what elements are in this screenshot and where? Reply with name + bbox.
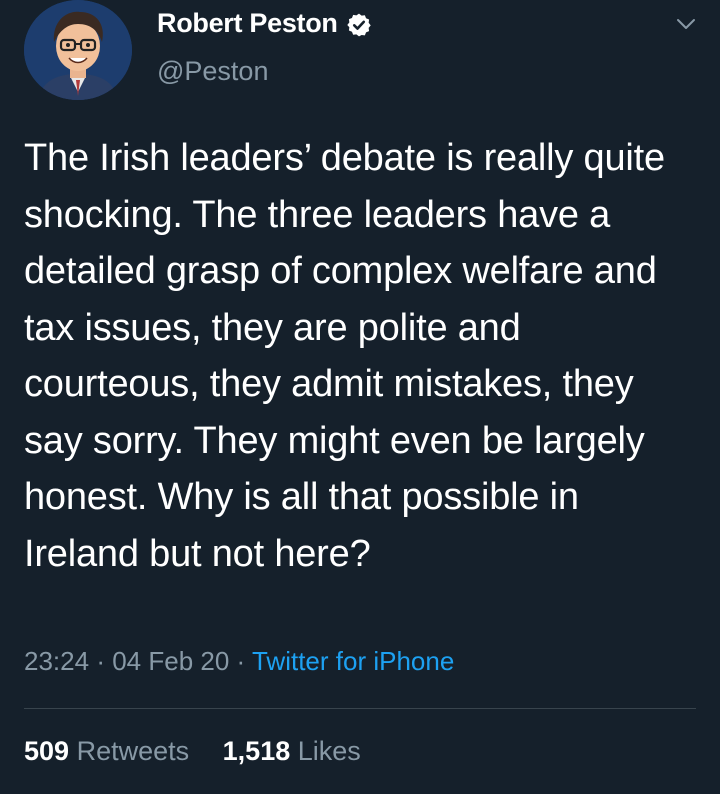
author-name-row[interactable]: Robert Peston bbox=[157, 8, 372, 39]
author-display-name[interactable]: Robert Peston bbox=[157, 8, 338, 39]
cartoon-portrait-avatar bbox=[24, 0, 132, 100]
tweet-metadata: 23:24 · 04 Feb 20 · Twitter for iPhone bbox=[24, 646, 454, 677]
tweet-card: Robert Peston @Peston The Irish leaders’… bbox=[0, 0, 720, 794]
verified-badge-icon bbox=[346, 12, 372, 38]
tweet-date[interactable]: 04 Feb 20 bbox=[112, 646, 229, 676]
engagement-stats: 509 Retweets 1,518 Likes bbox=[24, 736, 361, 767]
meta-separator: · bbox=[236, 646, 246, 676]
likes-stat[interactable]: 1,518 Likes bbox=[223, 736, 361, 767]
author-handle[interactable]: @Peston bbox=[157, 56, 268, 87]
retweets-count: 509 bbox=[24, 736, 70, 766]
likes-label: Likes bbox=[297, 736, 361, 766]
tweet-source-link[interactable]: Twitter for iPhone bbox=[252, 646, 454, 676]
retweets-label: Retweets bbox=[76, 736, 190, 766]
author-avatar[interactable] bbox=[24, 0, 132, 100]
tweet-time[interactable]: 23:24 bbox=[24, 646, 89, 676]
divider bbox=[24, 708, 696, 709]
likes-count: 1,518 bbox=[222, 736, 291, 766]
chevron-down-icon[interactable] bbox=[674, 12, 698, 36]
retweets-stat[interactable]: 509 Retweets bbox=[24, 736, 189, 767]
meta-separator: · bbox=[96, 646, 105, 676]
tweet-text: The Irish leaders’ debate is really quit… bbox=[24, 137, 665, 575]
